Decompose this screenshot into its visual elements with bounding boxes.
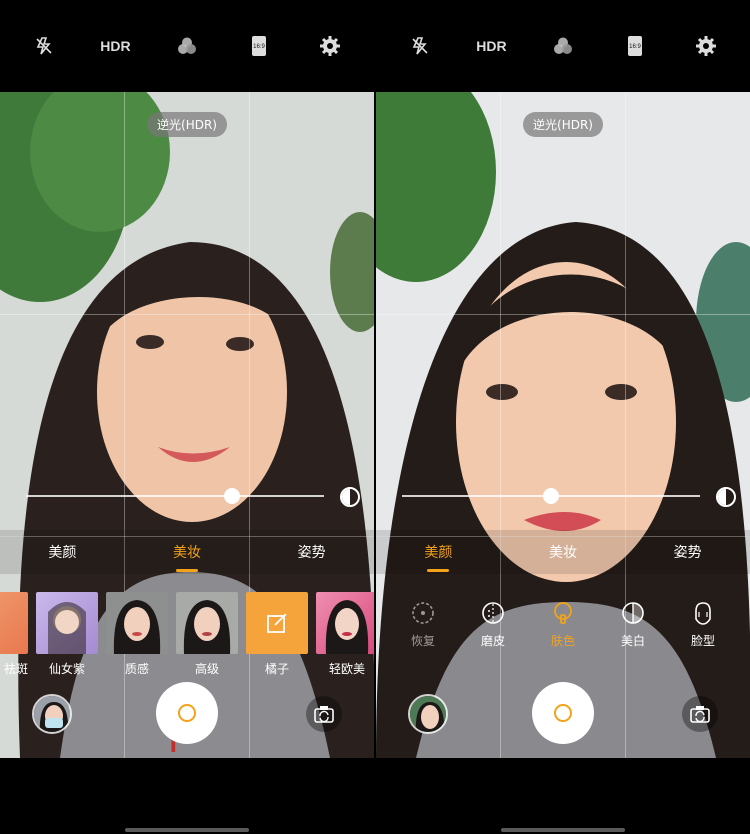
camera-topbar: HDR 16:9: [376, 0, 750, 92]
grid-line: [0, 314, 374, 315]
edit-icon: [267, 613, 287, 633]
tab-pose[interactable]: 姿势: [664, 538, 712, 566]
flash-off-icon[interactable]: [24, 26, 64, 66]
filter-thumbnail: [246, 592, 308, 654]
shutter-button[interactable]: [532, 682, 594, 744]
camera-topbar: HDR 16:9: [0, 0, 374, 92]
filter-label: 高级: [194, 662, 219, 676]
tab-makeup[interactable]: 美妆: [539, 538, 587, 566]
tab-beauty[interactable]: 美颜: [414, 538, 462, 566]
gear-icon[interactable]: [686, 26, 726, 66]
filter-thumbnail: [106, 592, 168, 654]
beauty-intensity-slider[interactable]: [26, 488, 324, 504]
hdr-button[interactable]: HDR: [471, 26, 511, 66]
switch-camera-icon[interactable]: [682, 696, 718, 732]
gear-icon[interactable]: [310, 26, 350, 66]
tab-beauty[interactable]: 美颜: [38, 538, 86, 566]
color-filter-icon[interactable]: [167, 26, 207, 66]
reset-icon: [410, 600, 436, 626]
aspect-ratio-label: 16:9: [629, 44, 641, 50]
camera-viewfinder[interactable]: 逆光(HDR) 美颜 美妆 姿势 恢复 磨皮 肤色 美白 脸型: [376, 92, 750, 758]
aspect-ratio-button[interactable]: 16:9: [239, 26, 279, 66]
shutter-ring-icon: [178, 704, 196, 722]
whitening-icon: [620, 600, 646, 626]
beauty-tool-list: 恢复 磨皮 肤色 美白 脸型: [376, 600, 750, 660]
skin-tone-icon: [550, 600, 576, 626]
slider-knob[interactable]: [224, 488, 240, 504]
filter-item[interactable]: 橘子: [246, 592, 308, 676]
beauty-mode-tabs: 美颜 美妆 姿势: [376, 530, 750, 574]
filter-item[interactable]: 轻欧美: [316, 592, 374, 676]
hdr-label: HDR: [100, 38, 131, 54]
hdr-button[interactable]: HDR: [95, 26, 135, 66]
beauty-intensity-slider[interactable]: [402, 488, 700, 504]
filter-item[interactable]: 高级: [176, 592, 238, 676]
gallery-thumbnail[interactable]: [408, 694, 448, 734]
tool-label: 脸型: [690, 634, 715, 648]
tab-pose[interactable]: 姿势: [288, 538, 336, 566]
exposure-icon[interactable]: [340, 487, 360, 507]
face-shape-icon: [690, 600, 716, 626]
hdr-label: HDR: [476, 38, 507, 54]
camera-pane-right: HDR 16:9 逆光(HDR) 美颜 美妆 姿势 恢复 磨皮 肤色 美白 脸型: [376, 0, 750, 834]
scene-mode-badge[interactable]: 逆光(HDR): [523, 112, 603, 137]
aspect-ratio-label: 16:9: [253, 44, 265, 50]
capture-controls: [376, 682, 750, 746]
filter-label: 橘子: [264, 662, 289, 676]
switch-camera-icon[interactable]: [306, 696, 342, 732]
filter-thumbnail: [176, 592, 238, 654]
tool-reset[interactable]: 恢复: [397, 600, 449, 660]
tool-smooth-skin[interactable]: 磨皮: [467, 600, 519, 660]
grid-line: [376, 314, 750, 315]
shutter-button[interactable]: [156, 682, 218, 744]
filter-label: 仙女紫: [48, 662, 85, 676]
tool-whitening[interactable]: 美白: [607, 600, 659, 660]
camera-pane-left: HDR 16:9 Y 逆光(HDR): [0, 0, 374, 834]
color-filter-icon[interactable]: [543, 26, 583, 66]
smooth-skin-icon: [480, 600, 506, 626]
beauty-mode-tabs: 美颜 美妆 姿势: [0, 530, 374, 574]
capture-controls: [0, 682, 374, 746]
flash-off-icon[interactable]: [400, 26, 440, 66]
home-indicator[interactable]: [125, 828, 249, 832]
filter-label: 质感: [124, 662, 149, 676]
filter-label: 祛斑: [3, 662, 28, 676]
tool-face-shape[interactable]: 脸型: [677, 600, 729, 660]
filter-item[interactable]: 祛斑: [0, 592, 28, 676]
slider-knob[interactable]: [543, 488, 559, 504]
filter-item[interactable]: 仙女紫: [36, 592, 98, 676]
shutter-ring-icon: [554, 704, 572, 722]
home-indicator[interactable]: [501, 828, 625, 832]
tool-label: 磨皮: [480, 634, 505, 648]
tool-skin-tone[interactable]: 肤色: [537, 600, 589, 660]
tool-label: 肤色: [550, 634, 575, 648]
scene-mode-badge[interactable]: 逆光(HDR): [147, 112, 227, 137]
filter-label: 轻欧美: [328, 662, 365, 676]
makeup-filter-list: 祛斑 仙女紫 质感 高级 橘子 轻欧美: [0, 592, 374, 676]
filter-item[interactable]: 质感: [106, 592, 168, 676]
camera-viewfinder[interactable]: Y 逆光(HDR) 美颜 美妆 姿势 祛斑 仙女紫: [0, 92, 374, 758]
gallery-thumbnail[interactable]: [32, 694, 72, 734]
tool-label: 恢复: [410, 634, 435, 648]
filter-thumbnail: [0, 592, 28, 654]
tool-label: 美白: [620, 634, 645, 648]
filter-thumbnail: [36, 592, 98, 654]
exposure-icon[interactable]: [716, 487, 736, 507]
aspect-ratio-button[interactable]: 16:9: [615, 26, 655, 66]
tab-makeup[interactable]: 美妆: [163, 538, 211, 566]
filter-thumbnail: [316, 592, 374, 654]
